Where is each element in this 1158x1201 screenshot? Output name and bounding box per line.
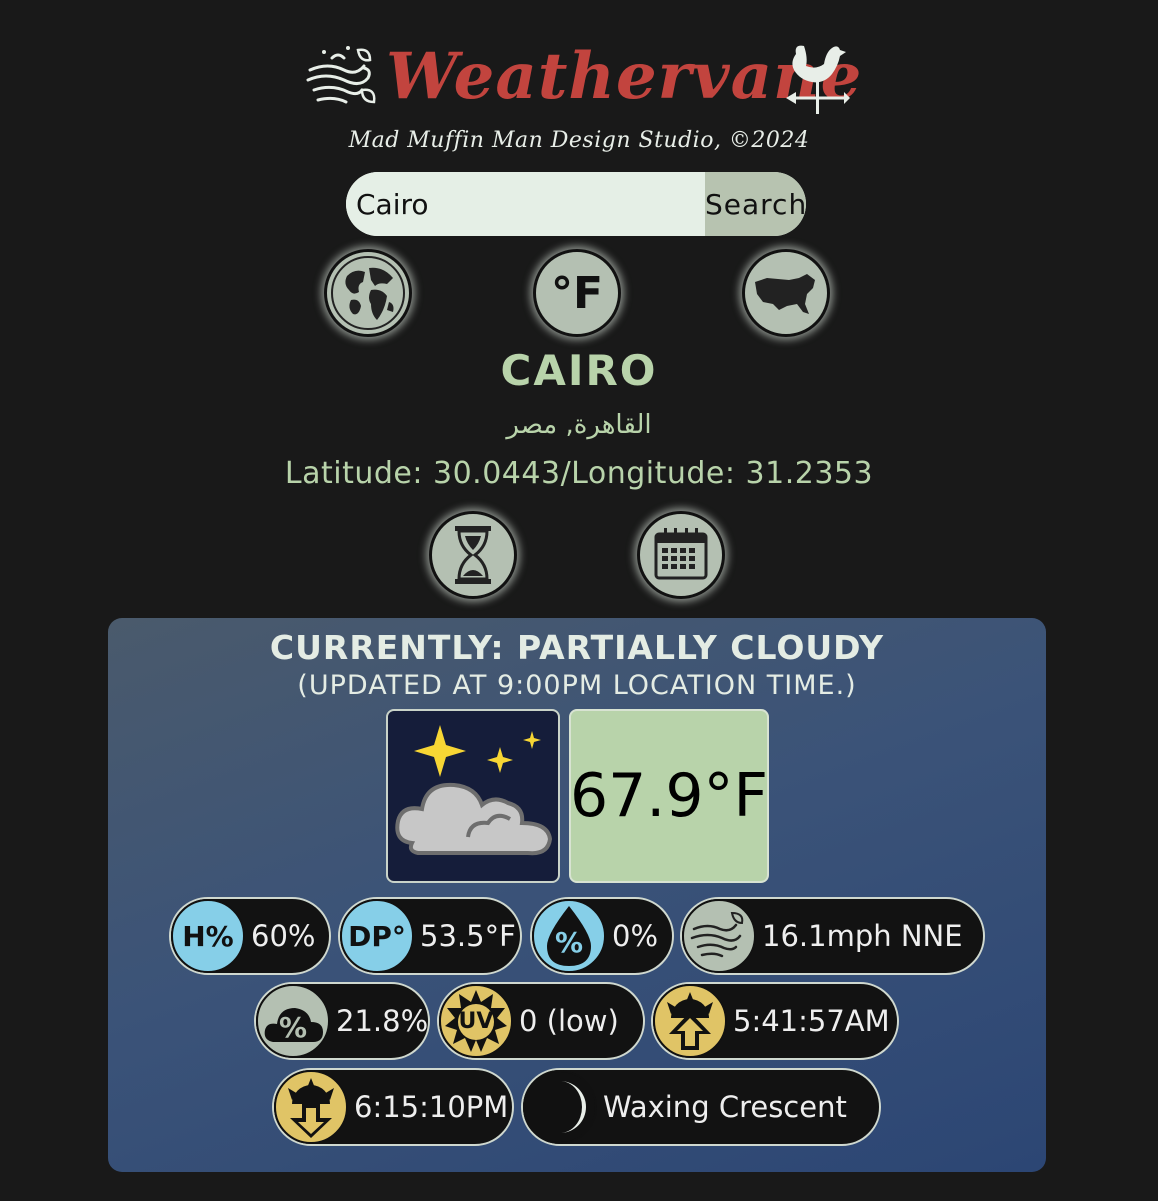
rooster-weathervane-icon [786,45,850,114]
cloud-cover-icon: % [256,984,330,1058]
precipitation-pill: % 0% [530,897,674,975]
cloud-badge-label: % [278,1010,308,1044]
sunrise-time: 5:41:57AM [733,1004,890,1038]
daily-forecast-button[interactable] [637,511,725,599]
header-logo: Weathervane [300,36,861,120]
dewpoint-badge: DP° [340,899,414,973]
city-name: CAIRO [500,346,658,395]
search-bar: Search [346,172,806,236]
moon-phase-value: Waxing Crescent [603,1090,847,1124]
uv-index-pill: UV 0 (low) [437,982,645,1060]
precipitation-value: 0% [612,919,659,953]
condition-tile [386,709,560,883]
cloud-cover-pill: % 21.8% [254,982,430,1060]
wind-pill: 16.1mph NNE [680,897,985,975]
humidity-value: 60% [251,919,316,953]
studio-credit: Mad Muffin Man Design Studio, ©2024 [348,128,810,153]
dewpoint-value: 53.5°F [420,919,516,953]
sunrise-icon [653,984,727,1058]
sunset-time: 6:15:10PM [354,1090,509,1124]
uv-sun-icon: UV [439,984,513,1058]
wind-icon [682,899,756,973]
uv-index-value: 0 (low) [519,1004,619,1038]
city-native-name: القاهرة, مصر [506,410,652,440]
hourglass-icon [455,526,491,584]
raindrop-icon: % [532,899,606,973]
dewpoint-pill: DP° 53.5°F [338,897,522,975]
usa-location-button[interactable] [742,249,830,337]
coordinates: Latitude: 30.0443/Longitude: 31.2353 [284,456,874,491]
cloud-cover-value: 21.8% [336,1004,429,1038]
precip-badge-label: % [554,925,584,959]
globe-icon [331,256,405,330]
unit-toggle-button[interactable]: °F [533,249,621,337]
sunrise-pill: 5:41:57AM [651,982,899,1060]
uv-badge-label: UV [458,1008,494,1034]
humidity-badge-label: H% [182,919,234,953]
current-conditions-panel: CURRENTLY: PARTIALLY CLOUDY (UPDATED AT … [108,618,1046,1172]
sunset-pill: 6:15:10PM [272,1068,514,1146]
humidity-badge: H% [171,899,245,973]
usa-map-icon [755,274,815,314]
wind-swirl-icon [306,46,376,104]
temperature-value: 67.9°F [569,761,769,831]
calendar-icon [654,528,708,580]
moon-phase-pill: Waxing Crescent [521,1068,881,1146]
search-button[interactable]: Search [705,172,806,236]
updated-time: (UPDATED AT 9:00PM LOCATION TIME.) [297,670,857,701]
world-location-button[interactable] [324,249,412,337]
humidity-pill: H% 60% [169,897,331,975]
current-condition-heading: CURRENTLY: PARTIALLY CLOUDY [269,628,885,667]
unit-toggle-label: °F [550,267,604,319]
search-input[interactable] [346,172,705,236]
hourly-forecast-button[interactable] [429,511,517,599]
wind-value: 16.1mph NNE [762,919,963,953]
moon-icon [523,1070,597,1144]
sunset-icon [274,1070,348,1144]
night-partly-cloudy-icon [395,725,553,856]
temperature-tile: 67.9°F [569,709,769,883]
dewpoint-badge-label: DP° [348,919,406,953]
